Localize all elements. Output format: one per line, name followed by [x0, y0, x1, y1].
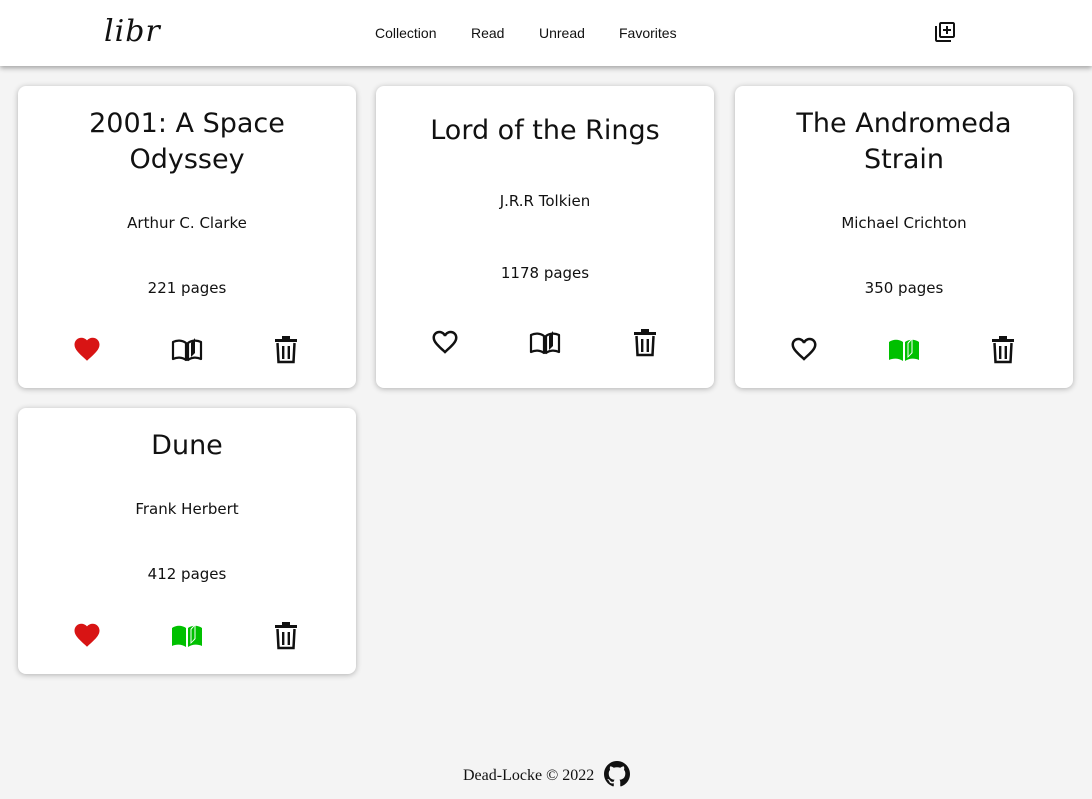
- book-title: Dune: [151, 430, 223, 461]
- delete-button[interactable]: [987, 334, 1019, 366]
- book-open-outline-icon: [171, 338, 203, 362]
- heart-outline-icon: [432, 330, 458, 354]
- footer: Dead-Locke © 2022: [0, 760, 1092, 790]
- book-open-outline-icon: [529, 331, 561, 355]
- github-icon: [604, 761, 630, 787]
- heart-filled-icon: [74, 337, 100, 361]
- book-card: 2001: A Space Odyssey Arthur C. Clarke 2…: [18, 86, 356, 388]
- top-nav-bar: libr Collection Read Unread Favorites: [0, 0, 1092, 66]
- add-book-button[interactable]: [933, 20, 957, 44]
- library-add-icon: [935, 22, 955, 42]
- book-author: Arthur C. Clarke: [127, 214, 247, 232]
- book-open-filled-icon: [889, 337, 919, 361]
- favorite-button[interactable]: [71, 619, 103, 651]
- book-card: The Andromeda Strain Michael Crichton 35…: [735, 86, 1073, 388]
- read-toggle-button[interactable]: [888, 333, 920, 365]
- book-title: The Andromeda Strain: [796, 108, 1012, 175]
- trash-icon: [275, 622, 297, 650]
- delete-button[interactable]: [629, 327, 661, 359]
- read-toggle-button[interactable]: [529, 326, 561, 358]
- github-link[interactable]: [604, 761, 630, 787]
- read-toggle-button[interactable]: [171, 333, 203, 365]
- delete-button[interactable]: [270, 620, 302, 652]
- book-pages: 412 pages: [147, 565, 227, 583]
- nav-favorites[interactable]: Favorites: [619, 24, 677, 42]
- read-toggle-button[interactable]: [171, 619, 203, 651]
- nav-unread[interactable]: Unread: [539, 24, 585, 42]
- trash-icon: [634, 329, 656, 357]
- copyright-text: Dead-Locke © 2022: [463, 767, 595, 784]
- heart-outline-icon: [791, 337, 817, 361]
- favorite-button[interactable]: [429, 326, 461, 358]
- book-pages: 221 pages: [147, 279, 227, 297]
- book-pages: 350 pages: [864, 279, 944, 297]
- trash-icon: [992, 336, 1014, 364]
- book-title: 2001: A Space Odyssey: [89, 108, 285, 175]
- book-pages: 1178 pages: [500, 264, 590, 282]
- delete-button[interactable]: [270, 334, 302, 366]
- book-author: Frank Herbert: [135, 500, 239, 518]
- nav-collection[interactable]: Collection: [375, 24, 436, 42]
- book-open-filled-icon: [172, 623, 202, 647]
- book-author: Michael Crichton: [841, 214, 967, 232]
- heart-filled-icon: [74, 623, 100, 647]
- favorite-button[interactable]: [71, 333, 103, 365]
- book-card: Dune Frank Herbert 412 pages: [18, 408, 356, 674]
- book-card: Lord of the Rings J.R.R Tolkien 1178 pag…: [376, 86, 714, 388]
- nav-read[interactable]: Read: [471, 24, 504, 42]
- favorite-button[interactable]: [788, 333, 820, 365]
- book-title: Lord of the Rings: [430, 115, 660, 146]
- book-author: J.R.R Tolkien: [499, 192, 591, 210]
- trash-icon: [275, 336, 297, 364]
- main-nav: Collection Read Unread Favorites: [0, 24, 1092, 44]
